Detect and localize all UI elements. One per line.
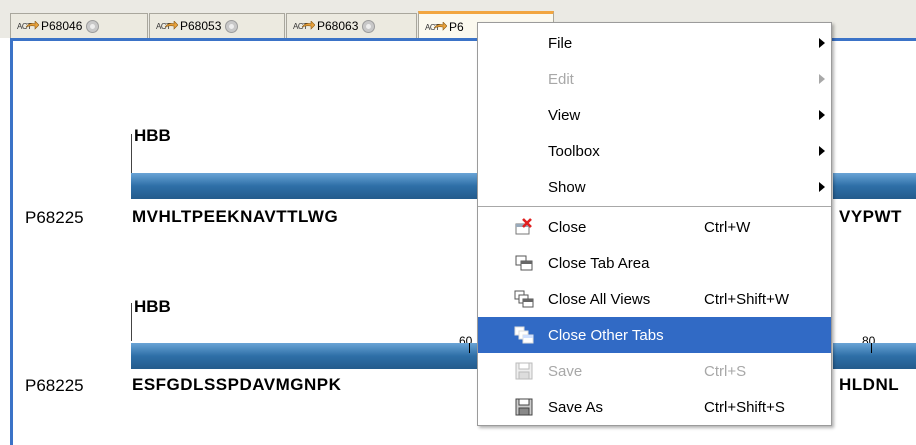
submenu-arrow-icon <box>819 182 825 192</box>
menu-item-toolbox[interactable]: Toolbox <box>478 133 831 169</box>
action-icon: ACT <box>293 20 315 32</box>
save-as-icon <box>515 398 533 416</box>
tab-label: P68053 <box>180 19 222 33</box>
tab-p68053[interactable]: ACT P68053 <box>149 13 285 38</box>
close-other-tabs-icon <box>514 326 534 344</box>
tab-label: P6 <box>449 19 464 34</box>
gene-label: HBB <box>134 126 171 145</box>
annotation-bar[interactable] <box>833 343 916 369</box>
tab-p68063[interactable]: ACT P68063 <box>286 13 417 38</box>
menu-item-close-all-views[interactable]: Close All Views Ctrl+Shift+W <box>478 281 831 317</box>
menu-item-save[interactable]: Save Ctrl+S <box>478 353 831 389</box>
annotation-bar[interactable] <box>131 343 481 369</box>
gene-marker <box>131 303 132 341</box>
tab-label: P68046 <box>41 19 83 33</box>
tab-close-icon[interactable] <box>362 19 376 33</box>
tab-p68046[interactable]: ACT P68046 <box>10 13 148 38</box>
action-icon: ACT <box>17 20 39 32</box>
ruler-tick <box>871 343 872 353</box>
close-tab-area-icon <box>515 255 533 271</box>
menu-separator <box>478 206 831 207</box>
submenu-arrow-icon <box>819 74 825 84</box>
tab-label: P68063 <box>317 19 359 33</box>
close-view-icon <box>515 218 532 235</box>
annotation-bar[interactable] <box>833 173 916 199</box>
menu-item-close-other-tabs[interactable]: Close Other Tabs <box>478 317 831 353</box>
tab-close-icon[interactable] <box>86 19 100 33</box>
ruler-tick <box>469 343 470 353</box>
tab-close-icon[interactable] <box>225 19 239 33</box>
action-icon: ACT <box>156 20 178 32</box>
save-icon <box>515 362 533 380</box>
menu-item-show[interactable]: Show <box>478 169 831 205</box>
menu-item-file[interactable]: File <box>478 25 831 61</box>
menu-item-close[interactable]: Close Ctrl+W <box>478 209 831 245</box>
menu-item-save-as[interactable]: Save As Ctrl+Shift+S <box>478 389 831 425</box>
sequence-residues-right[interactable]: VYPWT <box>839 207 902 227</box>
menu-item-close-tab-area[interactable]: Close Tab Area <box>478 245 831 281</box>
action-icon: ACT <box>425 21 447 33</box>
sequence-residues-right[interactable]: HLDNL <box>839 375 899 395</box>
menu-item-view[interactable]: View <box>478 97 831 133</box>
context-menu: File Edit View Toolbox Show Close Ctrl+W… <box>477 22 832 426</box>
sequence-id: P68225 <box>25 376 84 395</box>
close-all-views-icon <box>514 290 534 308</box>
gene-label: HBB <box>134 297 171 316</box>
submenu-arrow-icon <box>819 38 825 48</box>
sequence-id: P68225 <box>25 208 84 227</box>
sequence-residues[interactable]: ESFGDLSSPDAVMGNPK <box>132 375 341 395</box>
annotation-bar[interactable] <box>131 173 481 199</box>
sequence-residues[interactable]: MVHLTPEEKNAVTTLWG <box>132 207 338 227</box>
submenu-arrow-icon <box>819 110 825 120</box>
gene-marker <box>131 134 132 174</box>
menu-item-edit[interactable]: Edit <box>478 61 831 97</box>
submenu-arrow-icon <box>819 146 825 156</box>
